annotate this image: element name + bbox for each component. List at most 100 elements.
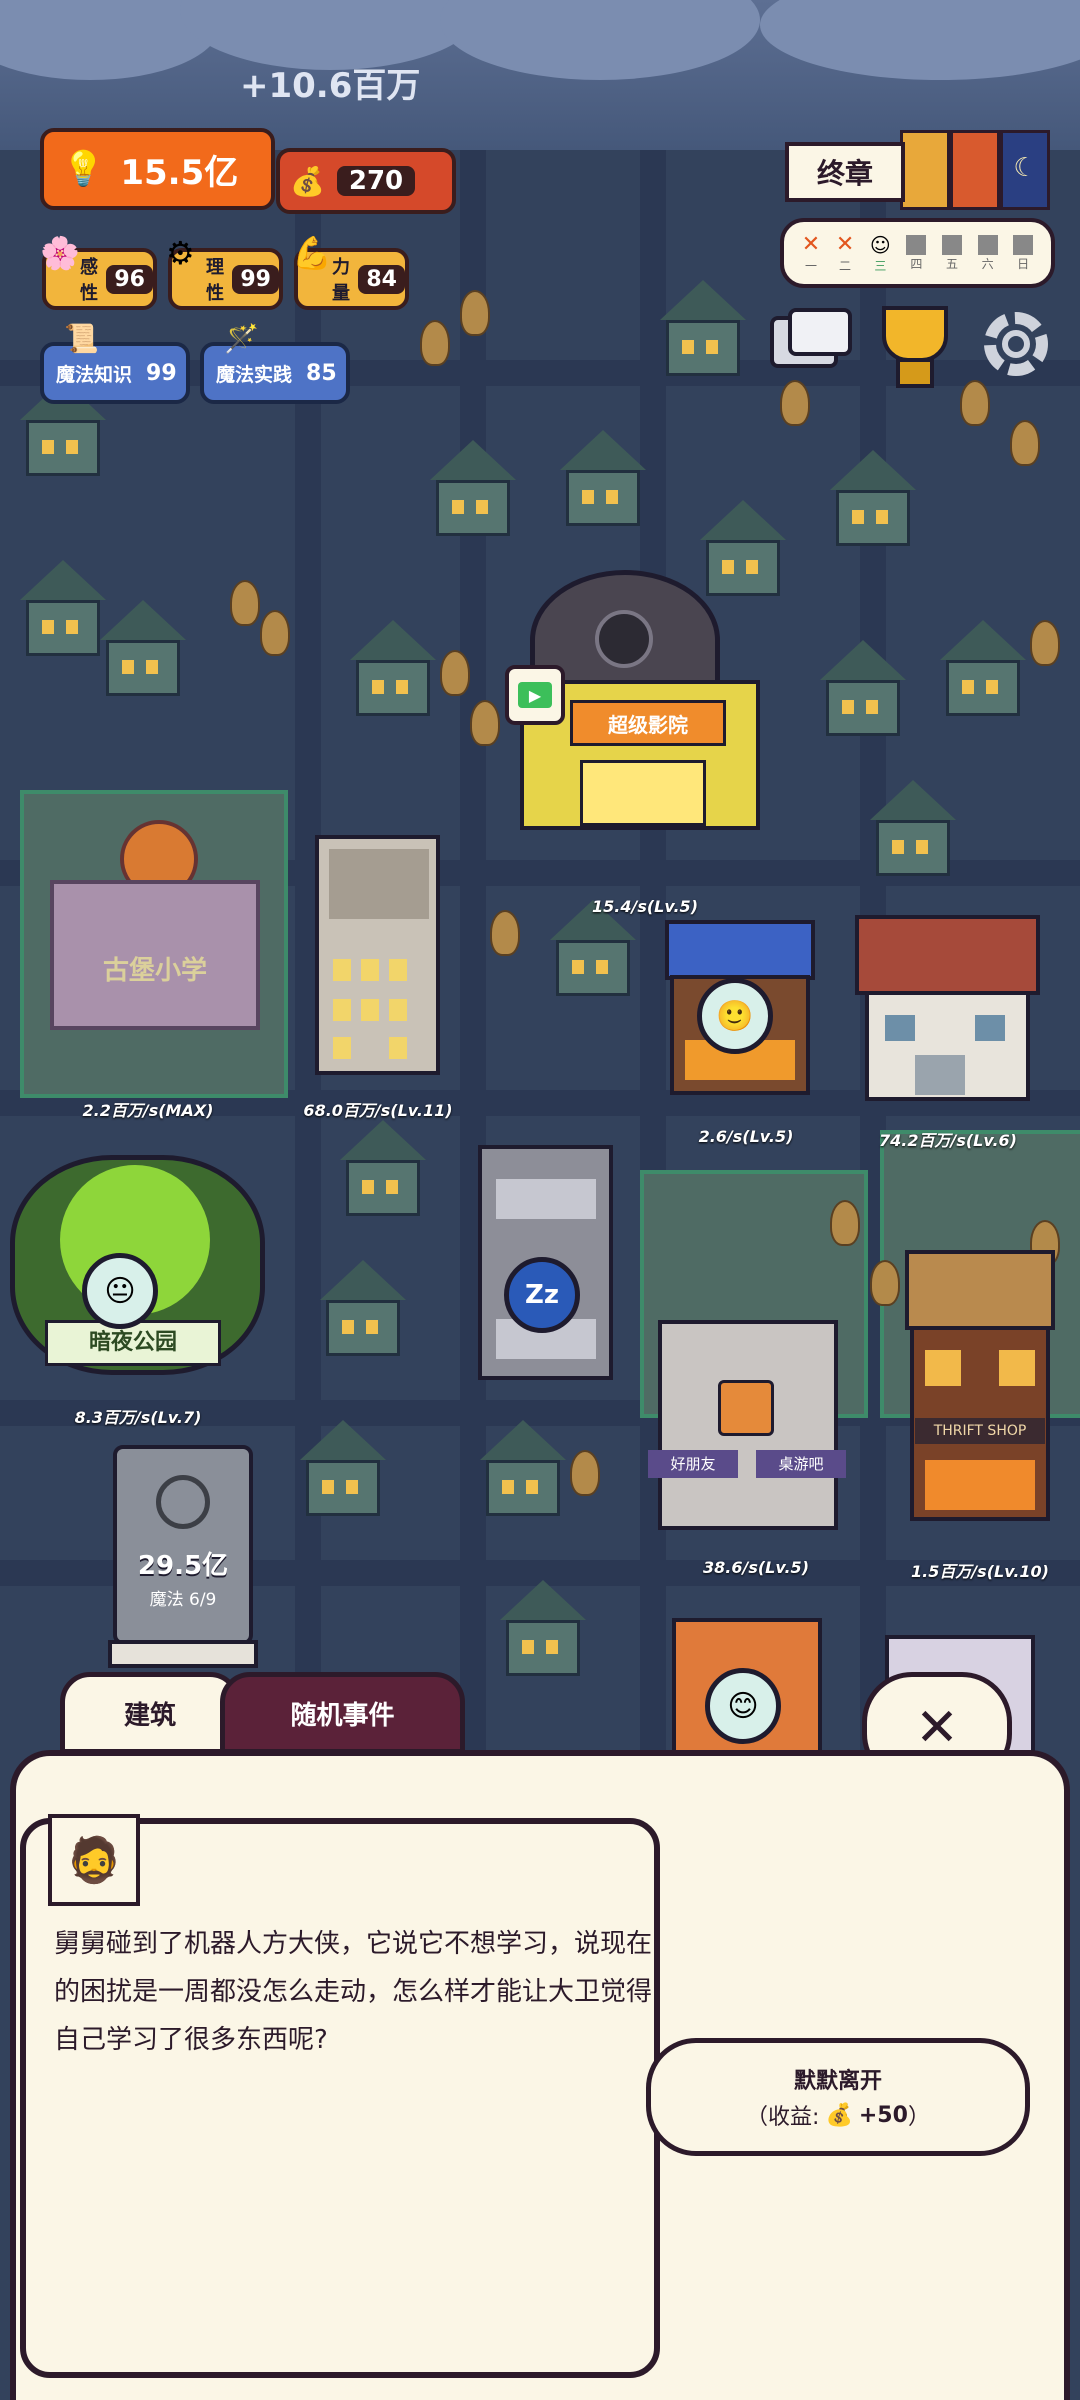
window: [333, 999, 351, 1021]
bookstore-roof: [665, 920, 815, 980]
tv-play-icon: ▶: [518, 682, 552, 708]
leave-option-button[interactable]: 默默离开 （收益: 💰 +50 ）: [646, 2038, 1030, 2156]
wand-icon: 🪄: [224, 322, 259, 355]
money-bag-icon: 💰: [290, 164, 325, 198]
video-ad-bubble[interactable]: ▶: [505, 665, 565, 725]
house: [340, 1120, 426, 1216]
flower-icon: 🌸: [40, 234, 80, 272]
film-reel-hub: [595, 610, 653, 668]
chapter-title: 终章: [785, 142, 905, 202]
magic-practice[interactable]: 🪄 魔法实践 85: [200, 322, 350, 404]
tree: [780, 380, 810, 426]
character-face-icon: 😊: [727, 1688, 759, 1724]
tab-random-event[interactable]: 随机事件: [220, 1672, 465, 1754]
money-bag-icon: 💰: [825, 2102, 853, 2128]
window: [361, 999, 379, 1021]
character-avatar[interactable]: 🙂: [697, 978, 773, 1054]
tree: [440, 650, 470, 696]
weekday-cell: ✕ 一: [801, 232, 821, 273]
income-popup: +10.6百万: [240, 66, 421, 106]
stat-rationality[interactable]: ⚙ 理性 99: [166, 234, 283, 310]
money-value: 270: [336, 166, 416, 196]
moon-icon: ☾: [1000, 130, 1050, 210]
blank-face-icon: [906, 234, 927, 255]
weekday-cell: ☺ 三: [869, 232, 891, 273]
muscle-icon: 💪: [292, 234, 332, 272]
building-rate-label: 2.6/s(Lv.5): [698, 1127, 794, 1146]
cross-icon: ✕: [801, 232, 821, 257]
idea-total: 15.5亿: [120, 152, 239, 193]
weekday-cell: 四: [906, 234, 927, 272]
settings-button[interactable]: [980, 308, 1052, 380]
magic-value: 85: [306, 360, 337, 386]
option-title: 默默离开: [793, 2069, 882, 2094]
stat-label: 感性: [80, 257, 98, 304]
weekday-cell: ✕ 二: [835, 232, 855, 273]
tree: [470, 700, 500, 746]
house: [480, 1420, 566, 1516]
weekday-cell: 日: [1013, 234, 1034, 272]
reward-value: +50: [858, 2102, 908, 2128]
red-roof: [855, 915, 1040, 995]
tree: [960, 380, 990, 426]
scroll-icon: 📜: [64, 322, 99, 355]
house: [20, 560, 106, 656]
character-avatar[interactable]: 😊: [705, 1668, 781, 1744]
stat-sensibility[interactable]: 🌸 感性 96: [40, 234, 157, 310]
house: [320, 1260, 406, 1356]
idea-counter[interactable]: 💡 15.5亿: [40, 128, 275, 210]
sun-icon: [900, 130, 950, 210]
character-avatar[interactable]: 😐: [82, 1253, 158, 1329]
school-sign: 古堡小学: [102, 956, 207, 986]
blank-face-icon: [1013, 234, 1034, 255]
trophy-button[interactable]: [876, 306, 948, 388]
uncle-face-icon: 🧔: [66, 1835, 122, 1886]
cinema-entrance: [580, 760, 706, 826]
tree: [870, 1260, 900, 1306]
tab-buildings[interactable]: 建筑: [60, 1672, 240, 1754]
chapter-panel[interactable]: ☾ 终章 ✕ 一 ✕ 二 ☺ 三 四 五 六 日: [780, 130, 1055, 290]
chat-bubbles-icon-back: [788, 308, 852, 356]
house: [430, 440, 516, 536]
gear-icon-center: [1002, 330, 1030, 358]
chat-button[interactable]: [770, 308, 852, 380]
stat-strength[interactable]: 💪 力量 84: [292, 234, 409, 310]
building-rate-label: 74.2百万/s(Lv.6): [878, 1131, 1018, 1150]
event-text: 舅舅碰到了机器人方大侠，它说它不想学习，说现在的困扰是一周都没怎么走动，怎么样才…: [54, 1929, 653, 2055]
stat-label: 力量: [332, 257, 350, 304]
magic-book-value: 29.5亿: [137, 1551, 229, 1581]
tree: [1010, 420, 1040, 466]
magic-book[interactable]: 29.5亿 魔法 6/9: [108, 1445, 258, 1670]
money-counter[interactable]: 💰 270: [276, 148, 456, 214]
window: [389, 959, 407, 981]
building-rate-label: 1.5百万/s(Lv.10): [910, 1562, 1050, 1581]
magic-label: 魔法实践: [216, 363, 293, 386]
dice-icon: [718, 1380, 774, 1436]
gear-head-icon: ⚙: [166, 234, 195, 272]
trophy-base: [896, 358, 934, 388]
tab-label: 随机事件: [290, 1700, 395, 1731]
boardgame-shop[interactable]: 好朋友 桌游吧: [648, 1320, 846, 1535]
face-icon: ☺: [869, 232, 891, 257]
rooftop: [329, 849, 429, 919]
house: [940, 620, 1026, 716]
school-building[interactable]: 古堡小学: [40, 800, 270, 1040]
window: [389, 999, 407, 1021]
stat-label: 理性: [206, 257, 224, 304]
house: [870, 780, 956, 876]
residential-house[interactable]: [855, 915, 1040, 1105]
stat-value: 84: [358, 264, 405, 294]
thrift-shop[interactable]: THRIFT SHOP: [905, 1250, 1055, 1530]
lightbulb-icon: [156, 1475, 210, 1529]
tree: [460, 290, 490, 336]
window: [925, 1350, 961, 1386]
tree: [420, 320, 450, 366]
character-face-icon: 🙂: [716, 998, 754, 1034]
magic-book-sub: 魔法 6/9: [149, 1590, 217, 1610]
magic-label: 魔法知识: [56, 363, 133, 386]
option-reward: （收益: 💰 +50 ）: [746, 2099, 930, 2131]
sleep-status-icon[interactable]: Zz: [504, 1257, 580, 1333]
reward-prefix: （收益:: [746, 2105, 820, 2130]
magic-knowledge[interactable]: 📜 魔法知识 99: [40, 322, 190, 404]
apartment-building[interactable]: [315, 835, 440, 1075]
